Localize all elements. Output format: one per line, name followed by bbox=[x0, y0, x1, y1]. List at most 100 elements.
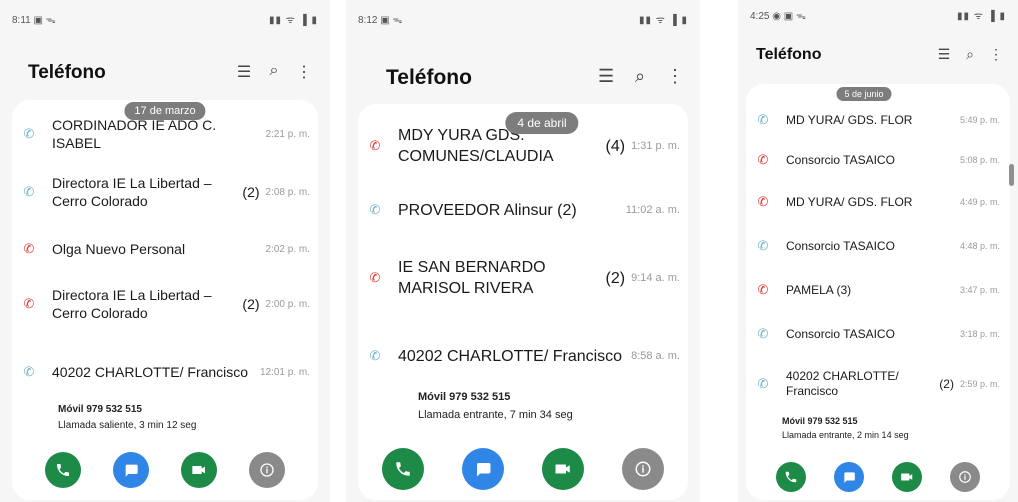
incoming-call-icon: ✆ bbox=[757, 238, 769, 253]
app-header: Teléfono ☰ ⌕ ⋮ bbox=[346, 60, 700, 96]
more-options-icon[interactable]: ⋮ bbox=[296, 62, 312, 82]
status-bar: 4:25 ◉ ▣ ᯓ ▮▮ ᯤ ▐ ▮ bbox=[738, 8, 1018, 24]
scrollbar-thumb[interactable] bbox=[1009, 164, 1014, 186]
filter-icon[interactable]: ☰ bbox=[598, 66, 614, 87]
status-bar: 8:11 ▣ ᯓ ▮▮ ᯤ ▐ ▮ bbox=[0, 12, 330, 28]
video-call-button[interactable] bbox=[542, 448, 584, 490]
video-icon bbox=[901, 473, 913, 481]
video-call-button[interactable] bbox=[181, 452, 217, 488]
call-log-row[interactable]: ✆ Directora IE La Libertad – Cerro Color… bbox=[12, 172, 318, 212]
more-options-icon[interactable]: ⋮ bbox=[988, 46, 1004, 63]
call-log-row[interactable]: ✆ IE SAN BERNARDO MARISOL RIVERA (2) 9:1… bbox=[358, 256, 688, 300]
call-button[interactable] bbox=[45, 452, 81, 488]
contact-name: MD YURA/ GDS. FLOR bbox=[786, 112, 913, 127]
call-actions bbox=[346, 448, 700, 490]
page-title: Teléfono bbox=[28, 62, 106, 83]
call-time: 2:02 p. m. bbox=[265, 243, 310, 255]
message-icon bbox=[844, 472, 855, 483]
contact-name: Consorcio TASAICO bbox=[786, 326, 895, 341]
call-actions bbox=[738, 462, 1018, 492]
call-time: 9:14 a. m. bbox=[631, 272, 680, 284]
incoming-call-icon: ✆ bbox=[757, 112, 769, 127]
more-options-icon[interactable]: ⋮ bbox=[666, 66, 684, 87]
phone-screen-3: 4:25 ◉ ▣ ᯓ ▮▮ ᯤ ▐ ▮ Teléfono ☰ ⌕ ⋮ 5 de … bbox=[738, 0, 1018, 502]
call-button[interactable] bbox=[382, 448, 424, 490]
contact-name: Consorcio TASAICO bbox=[786, 152, 895, 167]
contact-name: 40202 CHARLOTTE/ Francisco bbox=[398, 347, 623, 365]
phone-icon bbox=[396, 462, 410, 476]
video-icon bbox=[555, 464, 570, 474]
call-count: (2) bbox=[605, 269, 626, 287]
message-button[interactable] bbox=[462, 448, 504, 490]
message-button[interactable] bbox=[834, 462, 864, 492]
video-icon bbox=[192, 466, 205, 474]
date-pill: 5 de junio bbox=[836, 87, 892, 101]
incoming-call-icon: ✆ bbox=[757, 326, 769, 341]
message-icon bbox=[477, 463, 491, 477]
call-time: 2:21 p. m. bbox=[265, 128, 310, 140]
info-icon bbox=[260, 463, 274, 477]
call-log-row-expanded[interactable]: ✆ 40202 CHARLOTTE/ Francisco 12:01 p. m. bbox=[12, 352, 318, 392]
call-time: 11:02 a. m. bbox=[625, 204, 680, 216]
phone-screen-2: 8:12 ▣ ᯓ ▮▮ ᯤ ▐ ▮ Teléfono ☰ ⌕ ⋮ 4 de ab… bbox=[346, 0, 700, 502]
contact-name: PAMELA (3) bbox=[786, 282, 852, 297]
call-log-row[interactable]: ✆ MD YURA/ GDS. FLOR 4:49 p. m. bbox=[746, 192, 1008, 212]
info-icon bbox=[959, 471, 971, 483]
info-button[interactable] bbox=[950, 462, 980, 492]
call-time: 8:58 a. m. bbox=[631, 350, 680, 362]
call-count: (2) bbox=[242, 296, 260, 312]
status-time: 8:11 ▣ ᯓ bbox=[12, 15, 56, 26]
call-time: 12:01 p. m. bbox=[259, 366, 310, 378]
incoming-call-icon: ✆ bbox=[369, 348, 381, 363]
filter-icon[interactable]: ☰ bbox=[236, 62, 252, 82]
call-log-row[interactable]: ✆ PROVEEDOR Alinsur (2) 11:02 a. m. bbox=[358, 198, 688, 222]
contact-name: PROVEEDOR Alinsur (2) bbox=[398, 201, 577, 219]
missed-call-icon: ✆ bbox=[369, 138, 381, 153]
info-button[interactable] bbox=[622, 448, 664, 490]
call-time: 3:47 p. m. bbox=[959, 285, 1000, 295]
call-log-row[interactable]: ✆ Consorcio TASAICO 3:18 p. m. bbox=[746, 324, 1008, 344]
call-log-row[interactable]: ✆ Consorcio TASAICO 4:48 p. m. bbox=[746, 236, 1008, 256]
phone-number: Móvil 979 532 515 bbox=[782, 416, 858, 426]
missed-call-icon: ✆ bbox=[757, 152, 769, 167]
call-log-row[interactable]: ✆ MD YURA/ GDS. FLOR 5:49 p. m. bbox=[746, 110, 1008, 130]
message-button[interactable] bbox=[113, 452, 149, 488]
call-time: 2:08 p. m. bbox=[265, 186, 310, 198]
incoming-call-icon: ✆ bbox=[369, 202, 381, 217]
call-log-row[interactable]: ✆ PAMELA (3) 3:47 p. m. bbox=[746, 280, 1008, 300]
call-count: (4) bbox=[605, 137, 626, 155]
search-icon[interactable]: ⌕ bbox=[632, 66, 648, 87]
video-call-button[interactable] bbox=[892, 462, 922, 492]
call-log-row-expanded[interactable]: ✆ 40202 CHARLOTTE/ Francisco (2) 2:59 p.… bbox=[746, 368, 1008, 400]
search-icon[interactable]: ⌕ bbox=[962, 46, 978, 63]
app-header: Teléfono ☰ ⌕ ⋮ bbox=[738, 40, 1018, 76]
missed-call-icon: ✆ bbox=[757, 282, 769, 297]
contact-name: Olga Nuevo Personal bbox=[52, 241, 186, 257]
message-icon bbox=[125, 464, 138, 477]
call-log-row[interactable]: ✆ Olga Nuevo Personal 2:02 p. m. bbox=[12, 238, 318, 260]
call-log-row[interactable]: ✆ Directora IE La Libertad – Cerro Color… bbox=[12, 284, 318, 324]
call-time: 3:18 p. m. bbox=[959, 329, 1000, 339]
call-actions bbox=[0, 452, 330, 488]
call-log-row-expanded[interactable]: ✆ 40202 CHARLOTTE/ Francisco 8:58 a. m. bbox=[358, 334, 688, 378]
contact-name: CORDINADOR IE ADO C. ISABEL bbox=[52, 117, 217, 151]
contact-name: Directora IE La Libertad – Cerro Colorad… bbox=[52, 287, 212, 321]
call-time: 2:59 p. m. bbox=[959, 379, 1000, 389]
status-bar: 8:12 ▣ ᯓ ▮▮ ᯤ ▐ ▮ bbox=[346, 12, 700, 28]
call-log-row[interactable]: ✆ CORDINADOR IE ADO C. ISABEL 2:21 p. m. bbox=[12, 114, 318, 154]
status-icons: ▮▮ ᯤ ▐ ▮ bbox=[268, 15, 318, 26]
status-icons: ▮▮ ᯤ ▐ ▮ bbox=[638, 15, 688, 26]
contact-name: 40202 CHARLOTTE/ Francisco bbox=[786, 369, 899, 398]
info-button[interactable] bbox=[249, 452, 285, 488]
contact-name: MD YURA/ GDS. FLOR bbox=[786, 194, 913, 209]
missed-call-icon: ✆ bbox=[369, 270, 381, 285]
contact-name: Directora IE La Libertad – Cerro Colorad… bbox=[52, 175, 212, 209]
call-button[interactable] bbox=[776, 462, 806, 492]
call-log-row[interactable]: ✆ Consorcio TASAICO 5:08 p. m. bbox=[746, 150, 1008, 170]
phone-screen-1: 8:11 ▣ ᯓ ▮▮ ᯤ ▐ ▮ Teléfono ☰ ⌕ ⋮ 17 de m… bbox=[0, 0, 330, 502]
phone-icon bbox=[785, 471, 797, 483]
contact-name: IE SAN BERNARDO MARISOL RIVERA bbox=[398, 259, 546, 297]
filter-icon[interactable]: ☰ bbox=[936, 46, 952, 63]
search-icon[interactable]: ⌕ bbox=[266, 62, 282, 82]
missed-call-icon: ✆ bbox=[757, 194, 769, 209]
